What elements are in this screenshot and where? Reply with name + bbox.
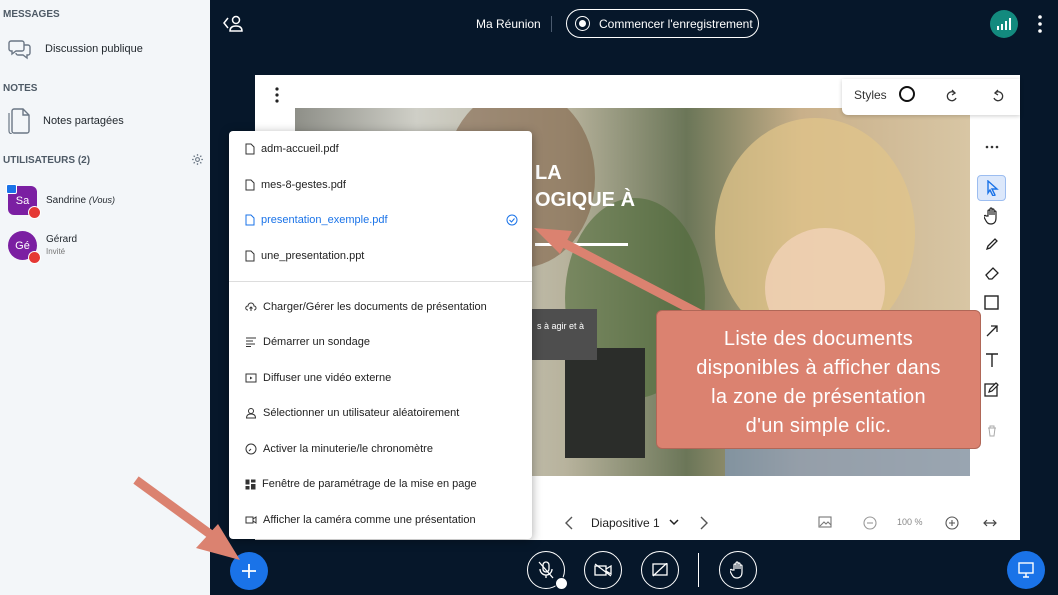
actions-menu: adm-accueil.pdf mes-8-gestes.pdf present… [229, 131, 532, 539]
public-chat-label: Discussion publique [45, 43, 143, 55]
public-chat-item[interactable]: Discussion publique [8, 38, 143, 60]
top-bar: Ma Réunion Commencer l'enregistrement [210, 0, 1058, 48]
chat-icon [8, 40, 31, 60]
video-icon [245, 373, 257, 383]
screenshare-button[interactable] [641, 551, 679, 589]
presentation-options-icon[interactable] [274, 86, 280, 104]
raise-hand-icon [730, 561, 743, 579]
user-name: Sandrine [46, 195, 87, 206]
camera-as-content-item[interactable]: Afficher la caméra comme une présentatio… [229, 510, 532, 530]
screenshare-off-icon [652, 563, 668, 577]
text-tool-icon[interactable] [977, 347, 1006, 373]
toggle-userlist-icon[interactable] [222, 14, 244, 34]
zoom-level: 100 % [897, 517, 923, 527]
layout-settings-item[interactable]: Fenêtre de paramétrage de la mise en pag… [229, 474, 532, 494]
menu-divider [229, 281, 532, 282]
pencil-tool-icon[interactable] [977, 231, 1006, 257]
divider [551, 16, 552, 32]
slide-selector[interactable]: Diapositive 1 [591, 516, 660, 530]
raise-hand-button[interactable] [719, 551, 757, 589]
document-item[interactable]: adm-accueil.pdf [229, 139, 532, 159]
callout-line: d'un simple clic. [745, 415, 892, 437]
redo-icon[interactable] [946, 89, 958, 103]
presentation-nav-bar: Diapositive 1 100 % [535, 505, 1020, 540]
record-label: Commencer l'enregistrement [599, 16, 753, 31]
undo-icon[interactable] [992, 89, 1004, 103]
manage-presentations-item[interactable]: Charger/Gérer les documents de présentat… [229, 297, 532, 317]
muted-icon [28, 251, 41, 264]
delete-icon[interactable] [977, 418, 1006, 444]
audio-options-icon[interactable] [555, 577, 568, 590]
file-icon [245, 250, 255, 262]
more-options-icon[interactable] [1037, 14, 1043, 34]
user-suffix: (Vous) [88, 195, 115, 205]
meeting-title: Ma Réunion [476, 17, 541, 31]
next-slide-icon[interactable] [700, 516, 708, 530]
presenter-badge-icon [6, 184, 17, 194]
user-icon [245, 408, 257, 419]
bottom-divider [698, 553, 699, 587]
document-item-active[interactable]: presentation_exemple.pdf [229, 210, 532, 230]
messages-header: MESSAGES [3, 9, 60, 20]
styles-label[interactable]: Styles [854, 88, 887, 102]
user-role: Invité [46, 246, 66, 256]
stroke-style-icon[interactable] [899, 86, 915, 102]
mic-muted-icon [538, 561, 554, 579]
record-button[interactable]: Commencer l'enregistrement [566, 9, 759, 38]
zoom-out-icon[interactable] [863, 516, 877, 530]
previous-slide-icon[interactable] [565, 516, 573, 530]
poll-icon [246, 337, 256, 347]
document-item[interactable]: une_presentation.ppt [229, 246, 532, 266]
callout-box: Liste des documents disponibles à affich… [656, 310, 981, 449]
muted-icon [28, 206, 41, 219]
shared-notes-item[interactable]: Notes partagées [8, 108, 124, 134]
presentation-toggle-button[interactable] [1007, 551, 1045, 589]
user-name: Gérard [46, 233, 78, 245]
user-item-sandrine[interactable]: Sa Sandrine (Vous) [6, 184, 115, 219]
document-item[interactable]: mes-8-gestes.pdf [229, 175, 532, 195]
external-video-item[interactable]: Diffuser une vidéo externe [229, 368, 532, 388]
arrow-tool-icon[interactable] [977, 318, 1006, 344]
timer-item[interactable]: Activer la minuterie/le chronomètre [229, 439, 532, 459]
note-tool-icon[interactable] [977, 376, 1006, 402]
guide-arrow [133, 476, 240, 560]
record-icon [575, 16, 590, 31]
gear-icon[interactable] [191, 153, 204, 166]
microphone-button[interactable] [527, 551, 568, 590]
users-header: UTILISATEURS (2) [3, 155, 91, 166]
camera-button[interactable] [584, 551, 622, 589]
callout-line: la zone de présentation [711, 386, 926, 408]
callout-arrow [534, 228, 703, 318]
connection-status-icon[interactable] [990, 10, 1018, 38]
rectangle-tool-icon[interactable] [977, 289, 1006, 315]
pointer-tool-icon[interactable] [977, 175, 1006, 201]
file-icon [245, 214, 255, 226]
start-poll-item[interactable]: Démarrer un sondage [229, 332, 532, 352]
chevron-down-icon[interactable] [669, 519, 679, 526]
hand-tool-icon[interactable] [977, 203, 1006, 229]
presentation-icon [1018, 562, 1034, 578]
file-icon [245, 179, 255, 191]
fit-width-icon[interactable] [983, 518, 997, 528]
zoom-in-icon[interactable] [945, 516, 959, 530]
callout-line: disponibles à afficher dans [696, 357, 941, 379]
eraser-tool-icon[interactable] [977, 260, 1006, 286]
check-circle-icon [506, 214, 518, 226]
file-icon [245, 143, 255, 155]
user-item-gerard[interactable]: Gé Gérard Invité [8, 231, 78, 264]
shared-notes-label: Notes partagées [43, 115, 124, 127]
styles-toolbar: Styles [842, 79, 1020, 115]
upload-icon [245, 302, 257, 311]
fit-image-icon[interactable] [818, 516, 832, 528]
notes-header: NOTES [3, 83, 38, 94]
notes-icon [8, 108, 30, 134]
more-tools-icon[interactable] [977, 134, 1006, 160]
avatar: Gé [8, 231, 41, 264]
camera-off-icon [594, 563, 612, 577]
callout-line: Liste des documents [723, 328, 914, 350]
timer-icon [245, 443, 257, 455]
avatar: Sa [6, 184, 41, 219]
random-user-item[interactable]: Sélectionner un utilisateur aléatoiremen… [229, 403, 532, 423]
slide-title: LA OGIQUE À [535, 162, 636, 211]
